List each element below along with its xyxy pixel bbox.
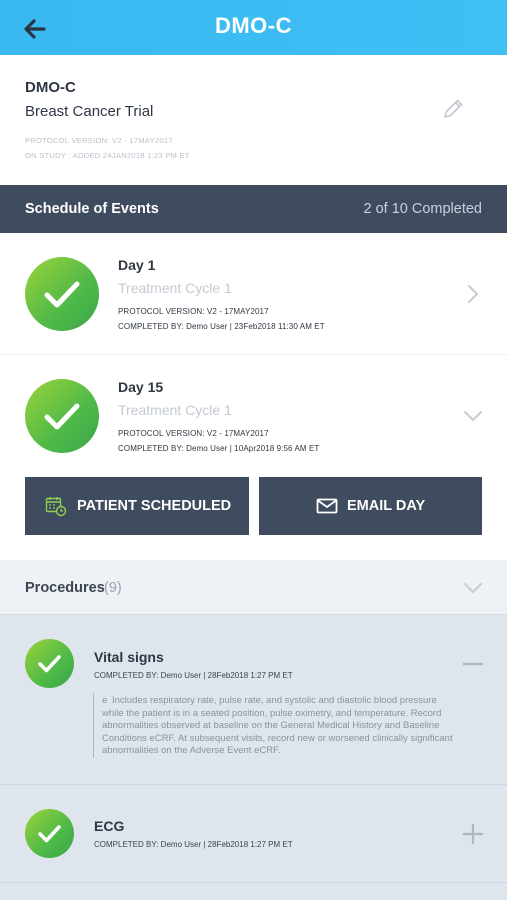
event-completed: COMPLETED BY: Demo User | 23Feb2018 11:3…	[118, 322, 325, 331]
schedule-label: Schedule of Events	[25, 201, 159, 217]
procedures-label: Procedures	[25, 580, 105, 596]
event-day-15[interactable]: Day 15 Treatment Cycle 1 PROTOCOL VERSIO…	[0, 355, 507, 560]
event-day-1[interactable]: Day 1 Treatment Cycle 1 PROTOCOL VERSION…	[0, 233, 507, 355]
event-cycle: Treatment Cycle 1	[118, 402, 232, 418]
email-day-label: EMAIL DAY	[347, 498, 426, 514]
page-title: DMO-C	[214, 13, 293, 38]
note-marker: e	[102, 695, 108, 706]
procedure-title: ECG	[94, 818, 125, 834]
procedure-title: Vital signs	[94, 649, 164, 665]
note-text: Includes respiratory rate, pulse rate, a…	[102, 695, 453, 757]
checkmark-icon	[25, 809, 74, 858]
procedure-item-partial	[0, 883, 507, 900]
study-code: DMO-C	[25, 79, 76, 96]
patient-scheduled-button[interactable]: PATIENT SCHEDULED	[25, 477, 249, 535]
procedure-item[interactable]: ECG COMPLETED BY: Demo User | 28Feb2018 …	[0, 785, 507, 883]
checkmark-icon	[25, 639, 74, 688]
email-day-button[interactable]: EMAIL DAY	[259, 477, 482, 535]
event-protocol: PROTOCOL VERSION: V2 - 17MAY2017	[118, 307, 269, 316]
pencil-icon[interactable]	[441, 97, 465, 121]
schedule-progress: 2 of 10 Completed	[363, 201, 483, 217]
study-card: DMO-C Breast Cancer Trial PROTOCOL VERSI…	[0, 55, 507, 185]
plus-icon[interactable]	[462, 823, 484, 845]
patient-scheduled-label: PATIENT SCHEDULED	[77, 498, 232, 514]
minus-icon[interactable]	[462, 653, 484, 675]
envelope-icon	[316, 495, 338, 517]
procedure-item[interactable]: Vital signs COMPLETED BY: Demo User | 28…	[0, 615, 507, 785]
top-bar: DMO-C	[0, 0, 507, 55]
schedule-of-events-header: Schedule of Events 2 of 10 Completed	[0, 185, 507, 233]
chevron-down-icon[interactable]	[462, 405, 484, 427]
study-name: Breast Cancer Trial	[25, 103, 154, 120]
event-completed: COMPLETED BY: Demo User | 10Apr2018 9:56…	[118, 444, 320, 453]
event-day: Day 15	[118, 379, 164, 395]
checkmark-icon	[25, 379, 99, 453]
event-day: Day 1	[118, 257, 156, 273]
procedure-completed: COMPLETED BY: Demo User | 28Feb2018 1:27…	[94, 671, 293, 680]
protocol-version: PROTOCOL VERSION: V2 - 17MAY2017	[25, 136, 173, 145]
event-cycle: Treatment Cycle 1	[118, 280, 232, 296]
event-protocol: PROTOCOL VERSION: V2 - 17MAY2017	[118, 429, 269, 438]
chevron-right-icon[interactable]	[462, 283, 484, 305]
checkmark-icon	[25, 257, 99, 331]
chevron-down-icon[interactable]	[462, 577, 484, 599]
procedure-completed: COMPLETED BY: Demo User | 28Feb2018 1:27…	[94, 840, 293, 849]
procedures-header[interactable]: Procedures (9)	[0, 560, 507, 615]
calendar-clock-icon	[45, 495, 67, 517]
on-study-date: ON STUDY : ADDED 24JAN2018 1:23 PM ET	[25, 151, 190, 160]
procedure-note: e Includes respiratory rate, pulse rate, …	[93, 693, 453, 758]
procedures-count: (9)	[104, 580, 122, 596]
